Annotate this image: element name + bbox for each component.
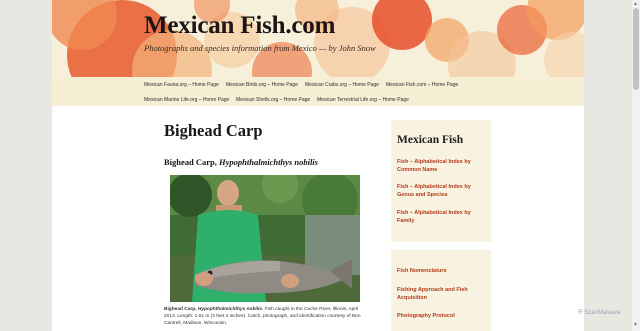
nav-item-mexican-crabs[interactable]: Mexican Crabs.org – Home Page	[305, 82, 379, 88]
nav-item-mexican-terrestrial-life[interactable]: Mexican Terrestrial Life.org – Home Page	[317, 97, 409, 103]
page-title: Bighead Carp	[164, 121, 263, 140]
scrollbar-thumb[interactable]	[633, 8, 639, 90]
sidebar-link-photography-protocol[interactable]: Photography Protocol	[397, 312, 487, 320]
caption-scientific-name: Hypophthalmichthys nobilis.	[197, 307, 264, 312]
nav-item-mexican-fauna[interactable]: Mexican Fauna.org – Home Page	[144, 82, 219, 88]
photo-caption: Bighead Carp, Hypophthalmichthys nobilis…	[164, 306, 367, 327]
fish-photo-image	[170, 175, 360, 302]
sidebar-widget-info: Fish Nomenclature Fishing Approach and F…	[391, 250, 491, 331]
species-heading: Bighead Carp, Hypophthalmichthys nobilis	[164, 157, 318, 167]
nav-item-mexican-birds[interactable]: Mexican Birds.org – Home Page	[226, 82, 298, 88]
nav-item-mexican-marine-life[interactable]: Mexican Marine Life.org – Home Page	[144, 97, 229, 103]
species-scientific-name: Hypophthalmichthys nobilis	[219, 157, 318, 167]
sidebar-link-family-index[interactable]: Fish – Alphabetical Index by Family	[397, 209, 487, 225]
sidebar-link-fish-nomenclature[interactable]: Fish Nomenclature	[397, 267, 487, 275]
scanmalware-label: ScanMalware	[584, 310, 621, 316]
caption-common-name: Bighead Carp,	[164, 307, 198, 312]
vertical-scrollbar[interactable]: ▲ ▼	[632, 0, 640, 331]
scanmalware-badge: ⛨ ScanMalware	[578, 310, 621, 317]
page-container: Mexican Fish.com Photographs and species…	[52, 0, 584, 331]
sidebar-link-common-name-index[interactable]: Fish – Alphabetical Index by Common Name	[397, 158, 487, 174]
shield-icon: ⛨	[578, 310, 583, 316]
nav-item-mexican-fish[interactable]: Mexican Fish.com – Home Page	[386, 82, 458, 88]
site-title[interactable]: Mexican Fish.com	[144, 12, 335, 40]
scroll-down-arrow-icon[interactable]: ▼	[633, 322, 638, 328]
main-navigation: Mexican Fauna.org – Home Page Mexican Bi…	[52, 77, 584, 166]
sidebar-widget-index: Mexican Fish Fish – Alphabetical Index b…	[391, 120, 491, 242]
sidebar-link-fishing-approach[interactable]: Fishing Approach and Fish Acquisition	[397, 286, 487, 302]
scroll-up-arrow-icon[interactable]: ▲	[633, 1, 638, 7]
site-header: Mexican Fish.com Photographs and species…	[52, 0, 584, 77]
nav-item-mexican-shells[interactable]: Mexican Shells.org – Home Page	[236, 97, 310, 103]
sidebar-widget-title: Mexican Fish	[397, 134, 464, 146]
fish-photo[interactable]	[170, 175, 360, 302]
site-tagline: Photographs and species information from…	[144, 43, 376, 53]
sidebar-link-genus-species-index[interactable]: Fish – Alphabetical Index by Genus and S…	[397, 183, 487, 199]
species-common-name: Bighead Carp,	[164, 157, 220, 167]
